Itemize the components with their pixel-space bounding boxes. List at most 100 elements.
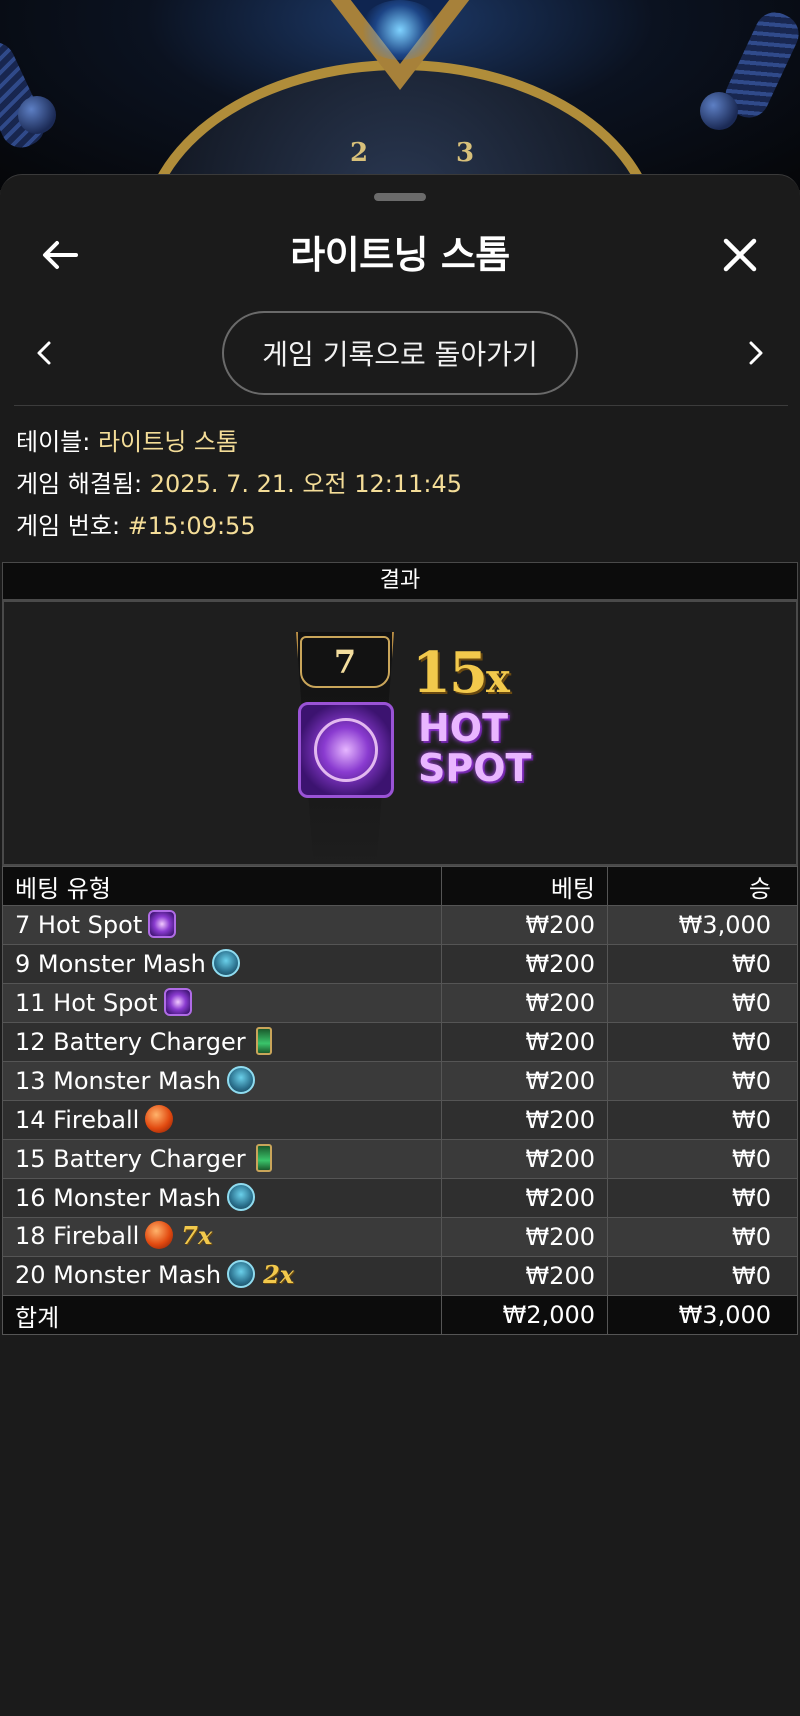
win-amount: ₩0 [607,1061,798,1101]
game-number-label: 게임 번호: [16,512,121,540]
lightning-glow [360,0,440,60]
wheel-number: 3 [456,138,475,168]
monster-icon [227,1260,256,1289]
table-info-row: 테이블: 라이트닝 스톰 [16,421,462,463]
page-title: 라이트닝 스톰 [290,233,510,277]
bet-type-cell: 12 Battery Charger [2,1022,442,1062]
resolved-info-row: 게임 해결됨: 2025. 7. 21. 오전 12:11:45 [16,463,462,505]
bet-type-cell: 11 Hot Spot [2,983,442,1023]
win-amount: ₩0 [607,944,798,984]
table-row: 13 Monster Mash ₩200 ₩0 [2,1061,798,1101]
back-button[interactable] [36,231,84,279]
bet-amount: ₩200 [441,1061,608,1101]
table-row: 18 Fireball 7x ₩200 ₩0 [2,1217,798,1257]
win-amount: ₩0 [607,983,798,1023]
game-number-row: 게임 번호: #15:09:55 [16,505,462,547]
result-number: 7 [300,636,390,688]
table-row: 12 Battery Charger ₩200 ₩0 [2,1022,798,1062]
history-nav: 게임 기록으로 돌아가기 [0,311,800,395]
bet-multiplier: 7x [181,1220,213,1250]
bet-amount: ₩200 [441,1217,608,1257]
win-amount: ₩0 [607,1100,798,1140]
wheel-number: 2 [350,138,369,168]
game-detail-sheet: 라이트닝 스톰 게임 기록으로 돌아가기 테이블: 라이트닝 스톰 게임 해결됨… [0,174,800,1716]
total-row: 합계 ₩2,000 ₩3,000 [2,1295,798,1335]
bet-amount: ₩200 [441,905,608,945]
bet-type-cell: 9 Monster Mash [2,944,442,984]
result-multiplier: 15x [412,640,510,706]
win-amount: ₩3,000 [607,905,798,945]
feature-line-2: SPOT [418,746,532,790]
bets-table: 베팅 유형 베팅 승 7 Hot Spot ₩200 ₩3,000 9 Monster… [2,866,798,1335]
table-row: 14 Fireball ₩200 ₩0 [2,1100,798,1140]
monster-icon [227,1065,256,1094]
column-header-bet: 베팅 [441,866,608,906]
table-header-row: 베팅 유형 베팅 승 [2,866,798,906]
orb-left [18,96,56,134]
total-win: ₩3,000 [607,1295,798,1335]
column-header-win: 승 [607,866,798,906]
win-amount: ₩0 [607,1139,798,1179]
hotspot-icon [298,702,394,798]
monster-icon [211,948,240,977]
bet-type-label: 11 Hot Spot [15,988,158,1017]
table-row: 15 Battery Charger ₩200 ₩0 [2,1139,798,1179]
divider [14,405,788,406]
battery-icon [255,1026,272,1055]
bet-type-cell: 18 Fireball 7x [2,1217,442,1257]
bet-type-label: 13 Monster Mash [15,1066,222,1095]
chevron-left-icon [37,341,51,365]
multiplier-value: 15 [412,640,488,706]
game-number-value: #15:09:55 [127,512,256,540]
bet-type-label: 15 Battery Charger [15,1144,246,1173]
bet-type-cell: 7 Hot Spot [2,905,442,945]
drag-handle[interactable] [374,193,426,201]
table-row: 16 Monster Mash ₩200 ₩0 [2,1178,798,1218]
bet-type-label: 18 Fireball [15,1222,140,1251]
table-value: 라이트닝 스톰 [97,428,239,456]
bet-type-label: 7 Hot Spot [15,910,143,939]
bet-amount: ₩200 [441,1178,608,1218]
back-to-history-button[interactable]: 게임 기록으로 돌아가기 [222,311,578,395]
total-label: 합계 [2,1295,442,1335]
bet-amount: ₩200 [441,1256,608,1296]
bet-type-cell: 15 Battery Charger [2,1139,442,1179]
table-row: 20 Monster Mash 2x ₩200 ₩0 [2,1256,798,1296]
sheet-header: 라이트닝 스톰 [0,215,800,295]
bet-type-label: 9 Monster Mash [15,949,206,978]
monster-icon [227,1182,256,1211]
close-icon [723,238,757,272]
feature-name: HOT SPOT [418,708,531,788]
bet-type-cell: 20 Monster Mash 2x [2,1256,442,1296]
table-label: 테이블: [16,428,91,456]
bet-type-cell: 16 Monster Mash [2,1178,442,1218]
bet-amount: ₩200 [441,983,608,1023]
hotspot-icon [148,909,177,938]
column-header-bet-type: 베팅 유형 [2,866,442,906]
bet-type-cell: 14 Fireball [2,1100,442,1140]
game-backdrop: 2 3 [0,0,800,190]
bet-multiplier: 2x [263,1259,295,1289]
table-row: 11 Hot Spot ₩200 ₩0 [2,983,798,1023]
result-panel: 7 15x HOT SPOT [2,600,798,866]
game-info: 테이블: 라이트닝 스톰 게임 해결됨: 2025. 7. 21. 오전 12:… [16,421,462,547]
win-amount: ₩0 [607,1217,798,1257]
resolved-value: 2025. 7. 21. 오전 12:11:45 [149,470,463,498]
arrow-left-icon [43,241,78,269]
resolved-label: 게임 해결됨: [16,470,143,498]
hotspot-icon [163,987,192,1016]
bet-type-label: 14 Fireball [15,1105,140,1134]
bet-amount: ₩200 [441,1100,608,1140]
close-button[interactable] [716,231,764,279]
prev-game-button[interactable] [24,333,64,373]
win-amount: ₩0 [607,1256,798,1296]
table-row: 7 Hot Spot ₩200 ₩3,000 [2,905,798,945]
fireball-icon [145,1104,174,1133]
feature-line-1: HOT [418,706,509,750]
win-amount: ₩0 [607,1022,798,1062]
next-game-button[interactable] [736,333,776,373]
bet-amount: ₩200 [441,944,608,984]
bet-type-label: 20 Monster Mash [15,1261,222,1290]
result-heading: 결과 [2,562,798,600]
chevron-right-icon [749,341,763,365]
